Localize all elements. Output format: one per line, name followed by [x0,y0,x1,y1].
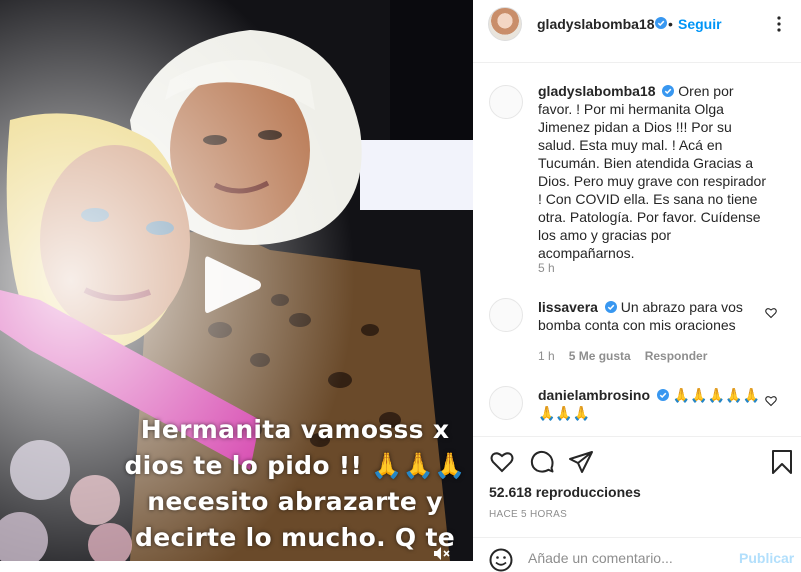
comment-username[interactable]: lissavera [538,299,598,315]
emoji-icon[interactable] [489,548,513,572]
post-actions: 52.618 reproducciones HACE 5 HORAS Publi… [473,436,801,572]
author-avatar[interactable] [488,7,522,41]
play-icon[interactable] [203,253,263,317]
pray-emoji: 🙏🙏🙏 [371,451,466,480]
caption-username[interactable]: gladyslabomba18 [538,83,656,99]
post-sidebar: gladyslabomba18 • Seguir gladyslabomba18… [473,0,801,572]
publish-button[interactable]: Publicar [739,550,794,566]
comment-input[interactable] [528,550,728,566]
comment: danielambrosino 🙏🙏🙏🙏🙏🙏🙏🙏 [538,386,768,422]
add-comment-bar: Publicar [473,537,801,572]
post-header: gladyslabomba18 • Seguir [473,0,801,63]
more-icon[interactable] [771,14,787,34]
verified-icon [655,17,667,29]
reply-button[interactable]: Responder [645,349,708,363]
comment-avatar[interactable] [489,298,523,332]
caption-text: Oren por favor. ! Por mi hermanita Olga … [538,83,766,261]
caption-time: 5 h [538,261,555,275]
comment: lissavera Un abrazo para vos bomba conta… [538,298,768,334]
overlay-line: necesito abrazarte y [147,487,443,516]
mute-icon[interactable] [433,546,451,561]
post-caption: gladyslabomba18 Oren por favor. ! Por mi… [538,82,768,262]
comment-time: 1 h [538,349,555,363]
overlay-line: decirte lo mucho. Q te [135,523,455,552]
overlay-line: Hermanita vamosss x [140,415,450,444]
overlay-line: dios te lo pido !! 🙏🙏🙏 [124,451,466,480]
comment-icon[interactable] [529,449,555,475]
post-media[interactable]: Hermanita vamosss x dios te lo pido !! 🙏… [0,0,473,561]
video-overlay-text: Hermanita vamosss x dios te lo pido !! 🙏… [120,412,470,556]
post-time[interactable]: HACE 5 HORAS [489,509,567,520]
comments-list[interactable]: gladyslabomba18 Oren por favor. ! Por mi… [473,63,801,435]
comment-username[interactable]: danielambrosino [538,387,650,403]
comment-like-icon[interactable] [765,395,777,407]
comment-like-icon[interactable] [765,307,777,319]
verified-icon [656,389,669,401]
share-icon[interactable] [568,449,594,475]
separator-dot: • [668,16,673,32]
comment-likes[interactable]: 5 Me gusta [569,349,631,363]
comment-meta: 1 h 5 Me gusta Responder [538,349,707,363]
author-avatar[interactable] [489,85,523,119]
follow-button[interactable]: Seguir [678,16,722,32]
author-username[interactable]: gladyslabomba18 [537,16,655,32]
view-count[interactable]: 52.618 reproducciones [489,484,641,500]
verified-icon [604,301,617,313]
comment-avatar[interactable] [489,386,523,420]
bookmark-icon[interactable] [769,449,795,475]
verified-icon [662,85,675,97]
heart-icon[interactable] [489,449,515,475]
